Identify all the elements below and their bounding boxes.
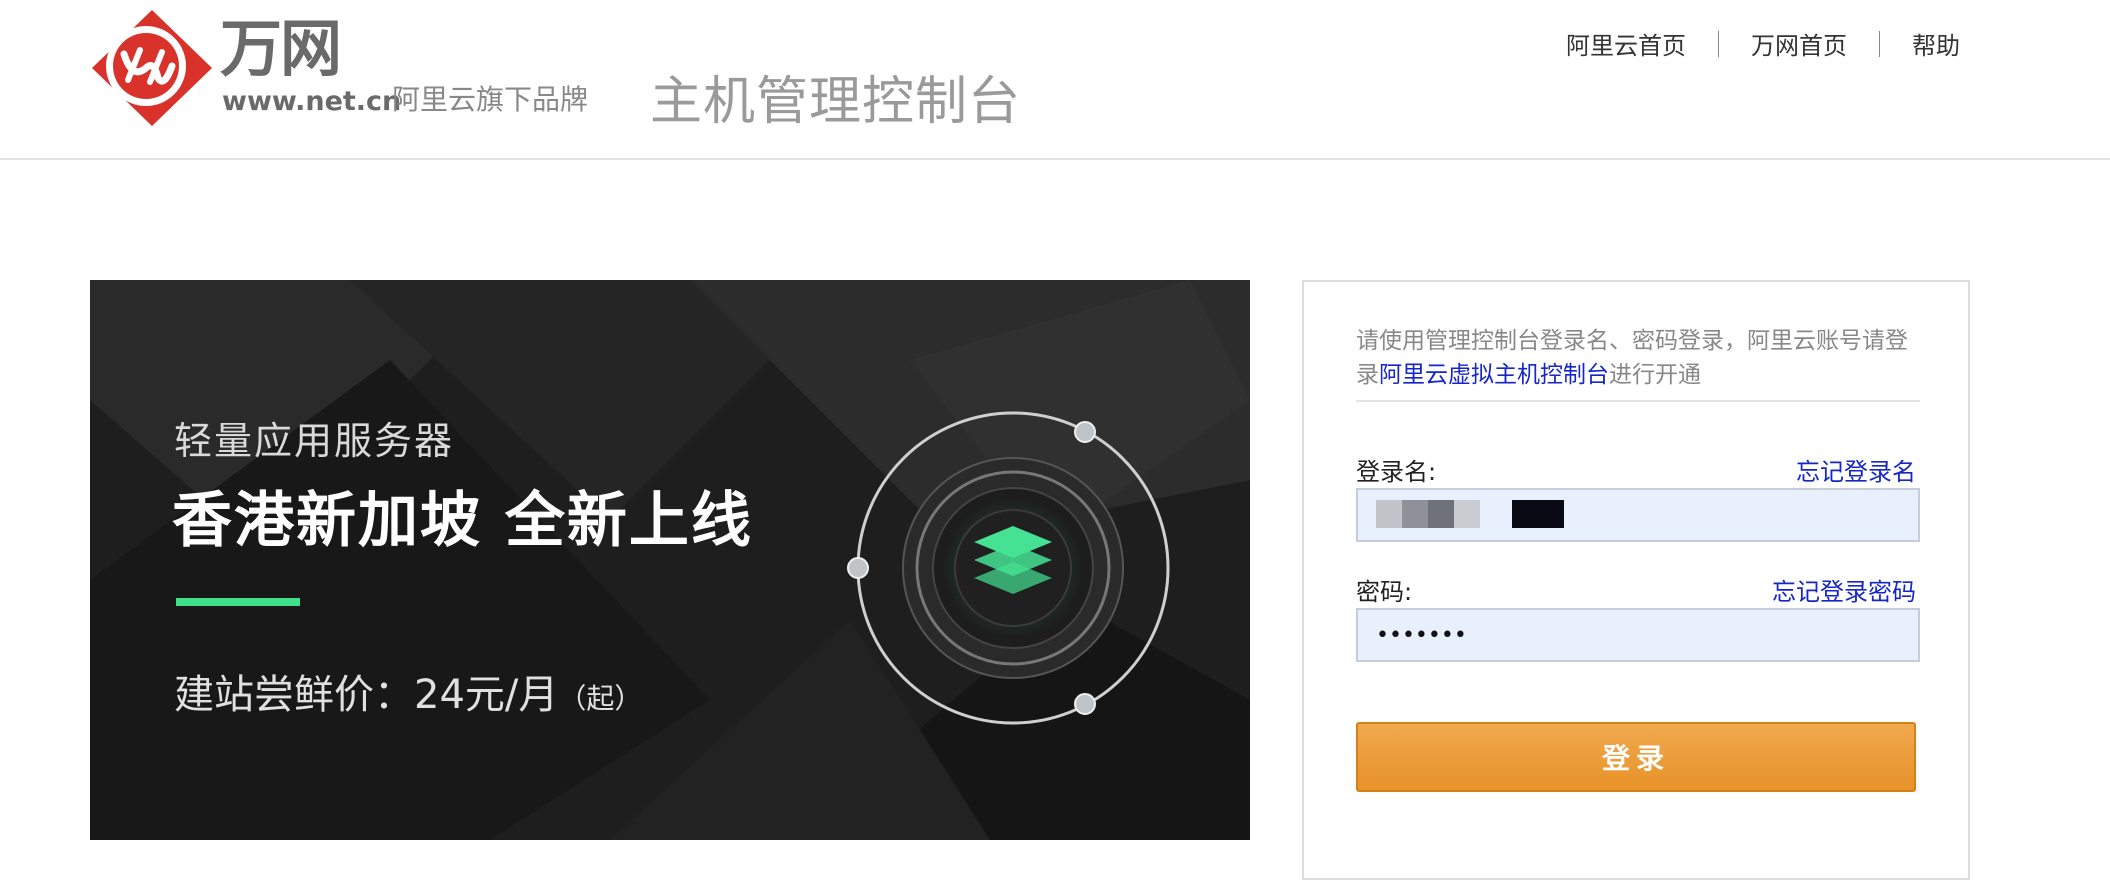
password-field[interactable] <box>1356 608 1920 662</box>
banner-price: 建站尝鲜价：24元/月（起） <box>174 662 642 720</box>
banner-price-suffix: （起） <box>558 682 643 715</box>
username-field[interactable] <box>1356 488 1920 542</box>
login-panel: 请使用管理控制台登录名、密码登录，阿里云账号请登录阿里云虚拟主机控制台进行开通 … <box>1302 280 1970 880</box>
notice-suffix: 进行开通 <box>1609 362 1701 388</box>
forgot-password-link[interactable]: 忘记登录密码 <box>1772 572 1916 607</box>
notice-divider <box>1356 400 1920 402</box>
nav-wanwang-home-link[interactable]: 万网首页 <box>1751 26 1847 61</box>
site-header: 万网 www.net.cn 阿里云旗下品牌 主机管理控制台 阿里云首页 万网首页… <box>0 0 2110 160</box>
nav-help-link[interactable]: 帮助 <box>1912 26 1960 61</box>
brand-tagline: 阿里云旗下品牌 <box>392 83 589 116</box>
redacted-username-block <box>1376 500 1402 528</box>
redacted-username-block <box>1454 500 1480 528</box>
brand-name: 万网 <box>220 12 342 85</box>
redacted-username-block <box>1428 500 1454 528</box>
wanwang-logo-icon[interactable] <box>88 8 216 128</box>
password-input[interactable] <box>1358 610 1918 660</box>
username-label: 登录名: <box>1356 458 1437 486</box>
promo-banner[interactable]: 轻量应用服务器 香港新加坡 全新上线 建站尝鲜价：24元/月（起） <box>90 280 1250 840</box>
page-title: 主机管理控制台 <box>650 72 1022 132</box>
nav-divider <box>1879 30 1880 57</box>
nav-aliyun-home-link[interactable]: 阿里云首页 <box>1566 26 1686 61</box>
banner-subtitle: 轻量应用服务器 <box>174 419 455 463</box>
forgot-username-link[interactable]: 忘记登录名 <box>1796 452 1916 487</box>
nav-divider <box>1718 30 1719 57</box>
banner-headline: 香港新加坡 全新上线 <box>172 486 753 556</box>
redacted-username-block <box>1512 500 1564 528</box>
brand-url: www.net.cn <box>222 86 402 117</box>
top-nav: 阿里云首页 万网首页 帮助 <box>1566 26 1960 61</box>
banner-price-text: 建站尝鲜价：24元/月 <box>174 672 559 718</box>
redacted-username-block <box>1402 500 1428 528</box>
aliyun-vhost-console-link[interactable]: 阿里云虚拟主机控制台 <box>1379 362 1609 388</box>
login-notice: 请使用管理控制台登录名、密码登录，阿里云账号请登录阿里云虚拟主机控制台进行开通 <box>1356 324 1916 392</box>
banner-accent-bar <box>176 598 300 606</box>
banner-background <box>90 280 1250 840</box>
login-button[interactable]: 登录 <box>1356 722 1916 792</box>
password-label: 密码: <box>1356 578 1413 606</box>
